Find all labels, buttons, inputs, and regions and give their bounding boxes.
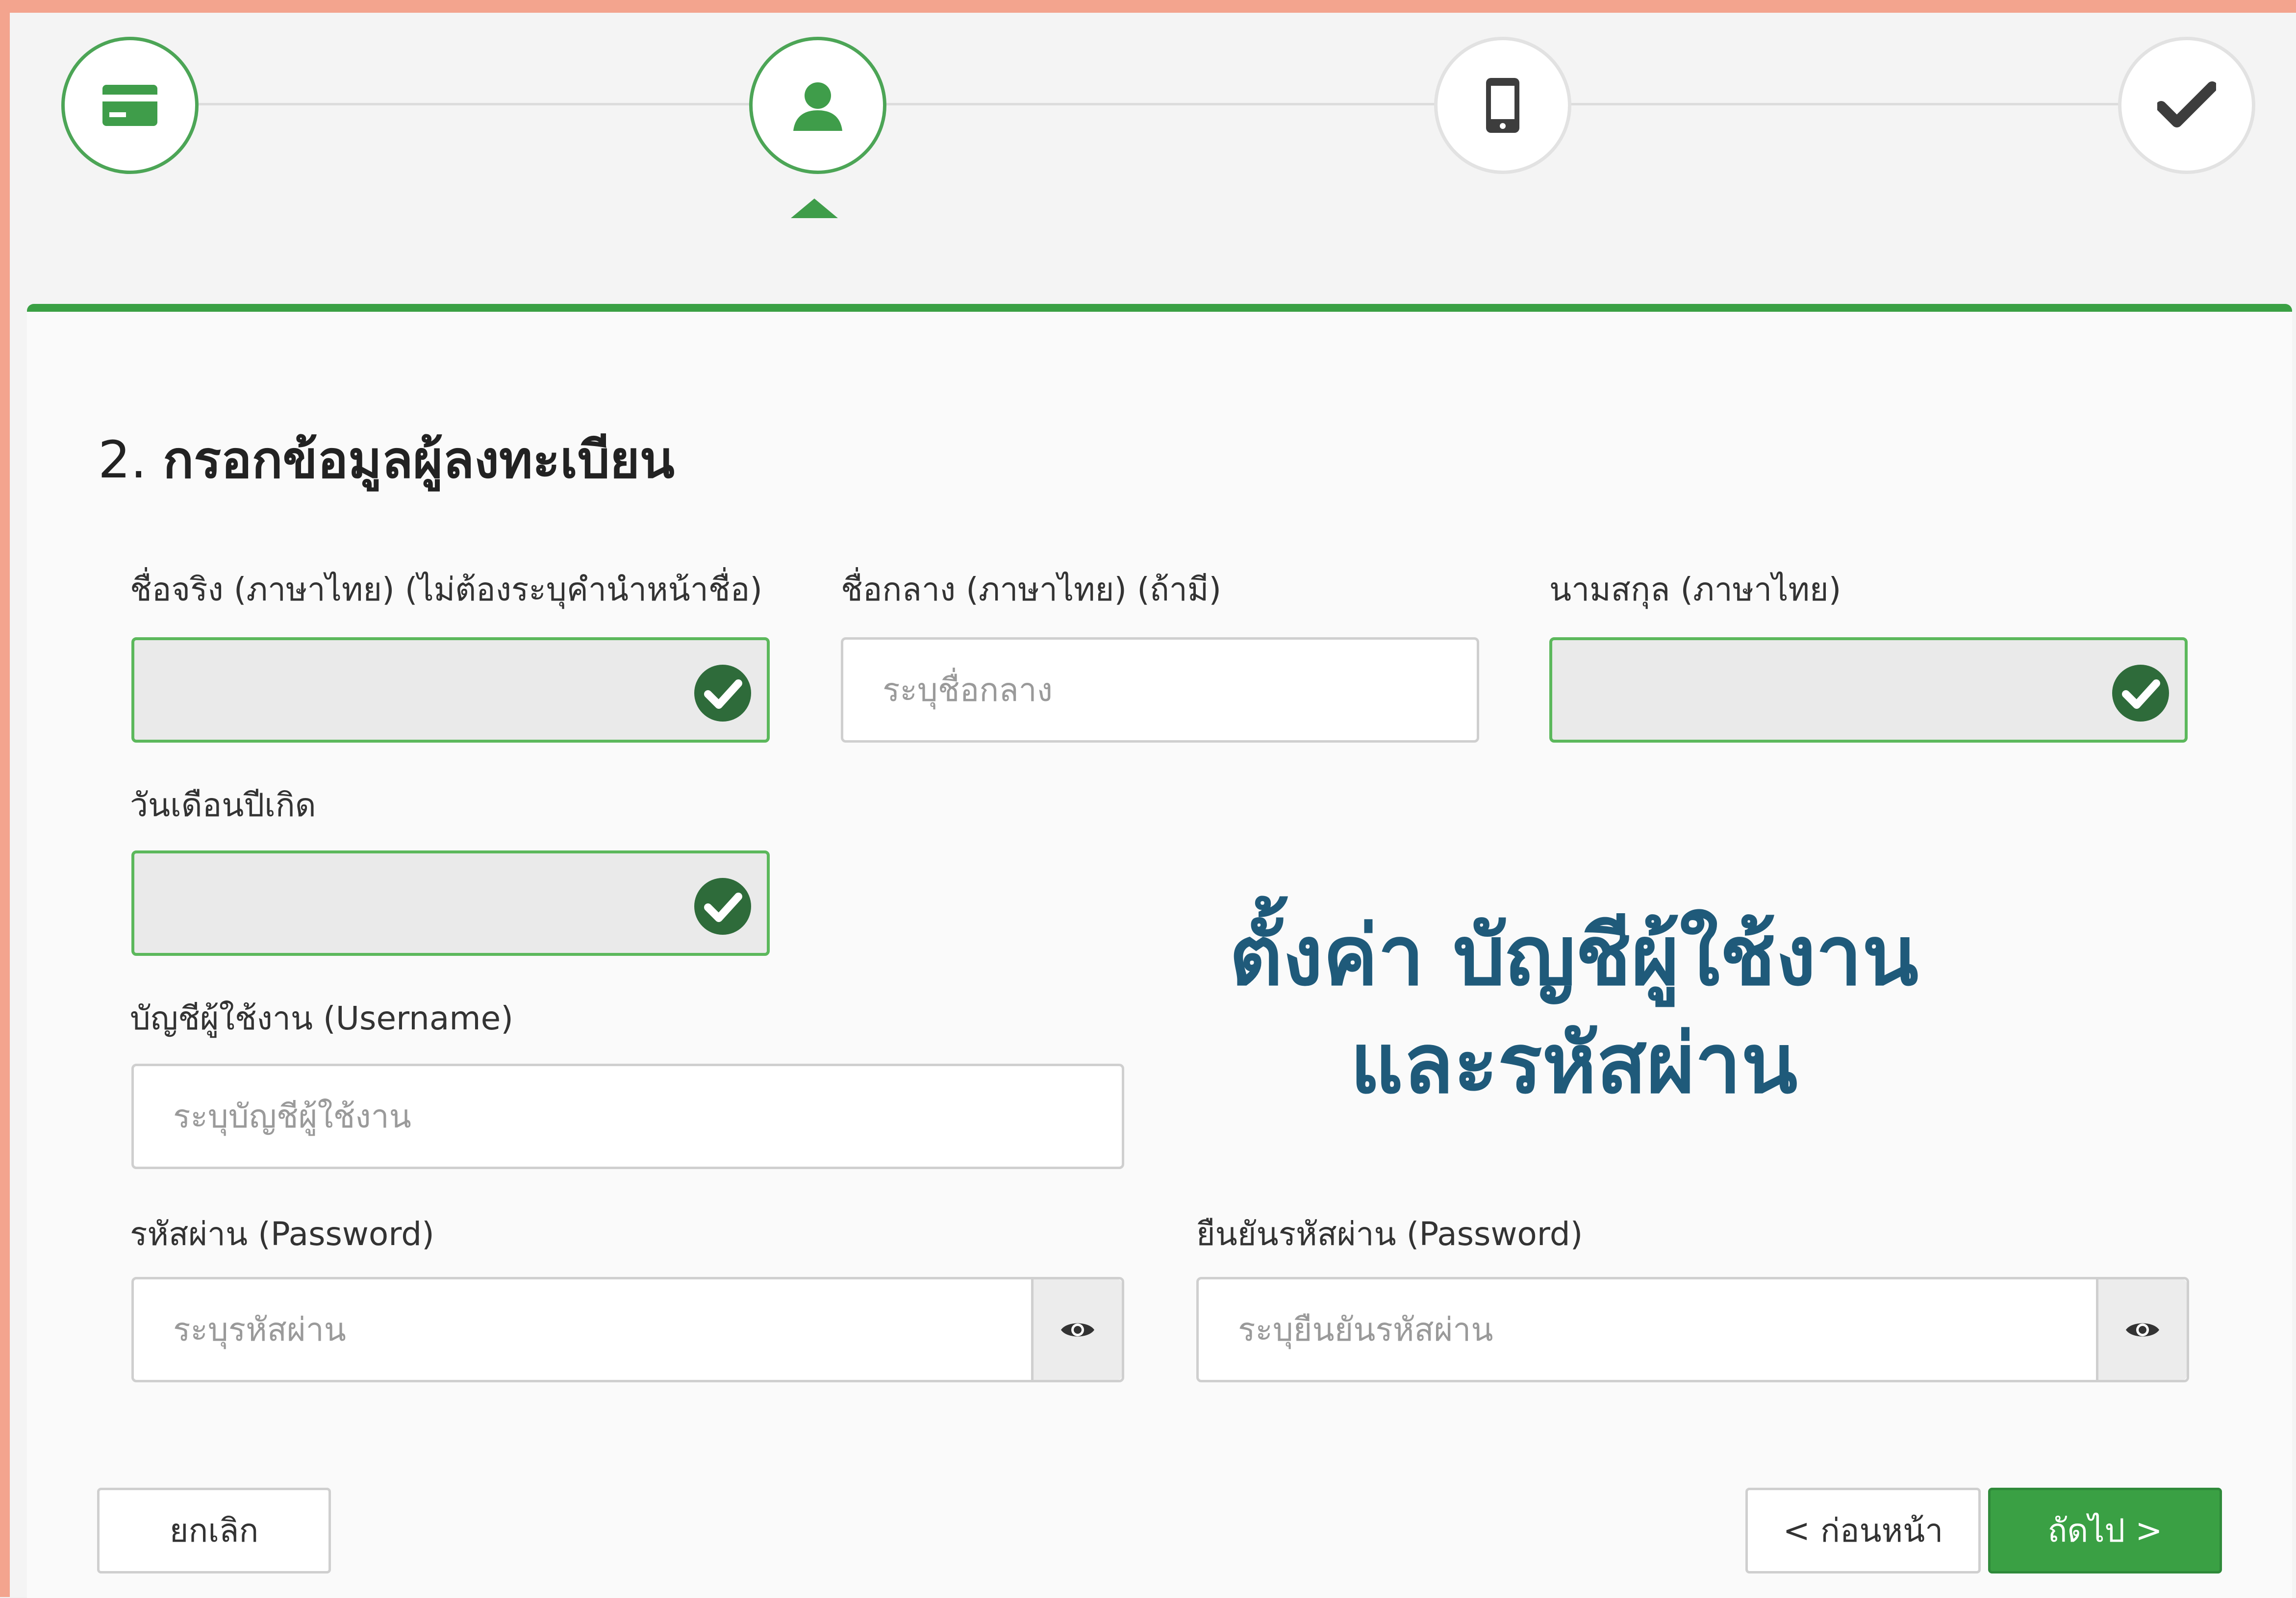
mobile-phone-icon (1486, 78, 1519, 133)
back-button[interactable]: < ก่อนหน้า (1745, 1488, 1981, 1573)
first-name-label: ชื่อจริง (ภาษาไทย) (ไม่ต้องระบุคำนำหน้าช… (130, 571, 762, 608)
confirm-password-input[interactable] (1199, 1279, 2101, 1380)
page-title: 2. กรอกข้อมูลผู้ลงทะเบียน (98, 419, 675, 500)
overlay-annotation: ตั้งค่า บัญชีผู้ใช้งาน และรหัสผ่าน (1186, 902, 1961, 1118)
card-icon (102, 85, 157, 126)
middle-name-field (841, 637, 1479, 743)
eye-icon (1061, 1323, 1094, 1336)
show-confirm-password-button[interactable] (2096, 1279, 2187, 1380)
confirm-password-label: ยืนยันรหัสผ่าน (Password) (1196, 1215, 1583, 1253)
username-input[interactable] (134, 1066, 1122, 1167)
next-button[interactable]: ถัดไป > (1988, 1488, 2222, 1573)
birth-date-label: วันเดือนปีเกิด (130, 786, 316, 824)
title-text: กรอกข้อมูลผู้ลงทะเบียน (163, 430, 675, 490)
show-password-button[interactable] (1031, 1279, 1122, 1380)
password-input[interactable] (134, 1279, 1036, 1380)
check-circle-icon (2112, 665, 2169, 722)
check-circle-icon (694, 665, 751, 722)
title-number: 2. (98, 430, 147, 490)
user-icon (793, 82, 842, 131)
last-name-label: นามสกุล (ภาษาไทย) (1549, 571, 1842, 608)
overlay-line-1: ตั้งค่า บัญชีผู้ใช้งาน (1229, 908, 1918, 1004)
username-label: บัญชีผู้ใช้งาน (Username) (130, 999, 513, 1037)
overlay-line-2: และรหัสผ่าน (1350, 1016, 1798, 1112)
middle-name-input[interactable] (843, 640, 1477, 740)
password-label: รหัสผ่าน (Password) (130, 1215, 434, 1253)
birth-date-field (131, 850, 770, 956)
stepper-connector (196, 103, 2255, 105)
current-step-indicator (791, 199, 838, 218)
step-2-user[interactable] (749, 37, 886, 174)
last-name-field (1549, 637, 2188, 743)
step-3-mobile[interactable] (1434, 37, 1571, 174)
step-1-card[interactable] (61, 37, 199, 174)
checkmark-icon (2157, 81, 2216, 127)
birth-date-input[interactable] (134, 853, 767, 953)
confirm-password-field (1196, 1277, 2189, 1382)
check-circle-icon (694, 878, 751, 935)
first-name-field (131, 637, 770, 743)
step-4-complete[interactable] (2118, 37, 2255, 174)
eye-icon (2126, 1323, 2159, 1336)
last-name-input[interactable] (1552, 640, 2185, 740)
cancel-button[interactable]: ยกเลิก (97, 1488, 331, 1573)
password-field (131, 1277, 1124, 1382)
username-field (131, 1064, 1124, 1169)
middle-name-label: ชื่อกลาง (ภาษาไทย) (ถ้ามี) (841, 571, 1222, 608)
first-name-input[interactable] (134, 640, 767, 740)
